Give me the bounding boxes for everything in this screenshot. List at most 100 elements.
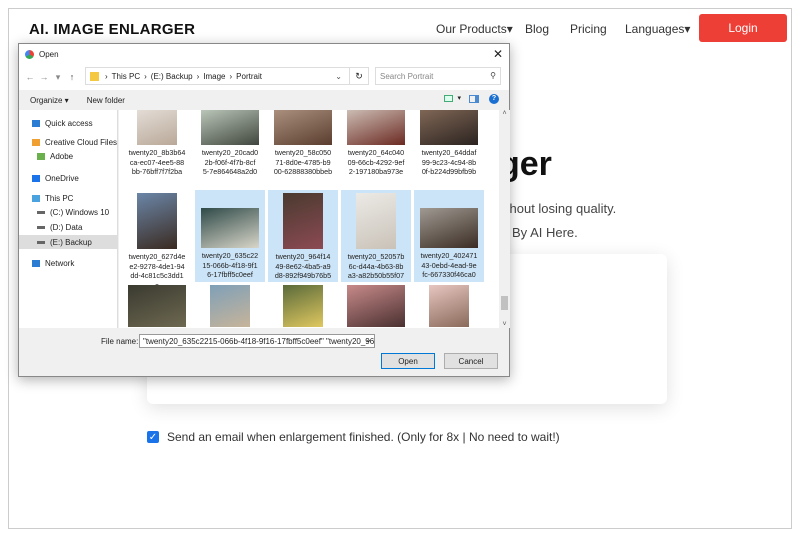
site-logo[interactable]: AI. IMAGE ENLARGER [29, 21, 195, 38]
address-bar[interactable]: › This PC › (E:) Backup › Image › Portrait ⌄ [85, 67, 369, 85]
file-item[interactable]: twenty20_64c040 09-66cb-4292-9ef 2-197180b… [341, 110, 411, 192]
file-name-line: twenty20_64c040 [347, 148, 405, 157]
nav-item[interactable]: (C:) Windows 10 [19, 205, 118, 219]
file-name-line: twenty20_20cad0 [201, 148, 259, 157]
breadcrumb-this-pc[interactable]: This PC [112, 72, 140, 81]
file-name-line: d8-892f949b76b5 [274, 271, 332, 281]
recent-dropdown-icon[interactable]: ▾ [51, 72, 65, 83]
back-icon[interactable]: ← [23, 72, 37, 82]
file-thumbnail [128, 285, 186, 327]
nav-item[interactable]: Network [19, 256, 118, 270]
nav-item-label: OneDrive [45, 173, 79, 183]
nav-our-products[interactable]: Our Products▾ [436, 22, 513, 36]
refresh-icon[interactable]: ↻ [349, 67, 369, 85]
nav-item-label: Adobe [50, 151, 74, 161]
file-thumbnail [201, 110, 259, 145]
email-option[interactable]: ✓ Send an email when enlargement finishe… [147, 430, 560, 444]
file-name-line: twenty20_402471 [420, 251, 478, 260]
file-item[interactable]: twenty20_52057b 6c-d44a-4b63-8b a3-a82b50b… [341, 190, 411, 282]
file-item[interactable]: twenty20_58c050 71-8d0e-4785-b9 00-6288838… [268, 110, 338, 192]
file-item[interactable] [122, 282, 192, 328]
file-thumbnail [274, 110, 332, 145]
nav-item[interactable]: (D:) Data [19, 220, 118, 234]
file-name-line: 2b-f06f-4f7b-8cf [204, 157, 256, 167]
drive-icon [37, 225, 45, 229]
file-thumbnail [283, 193, 323, 249]
breadcrumb-image[interactable]: Image [203, 72, 225, 81]
file-name-line: 5-7e864648a2d0 [202, 167, 258, 177]
file-item[interactable]: twenty20_64ddaf 99-9c23-4c94-8b 0f-b224d99… [414, 110, 484, 192]
file-thumbnail [420, 110, 478, 145]
file-item[interactable] [195, 282, 265, 328]
file-name-line: 6c-d44a-4b63-8b [348, 261, 404, 271]
file-item[interactable]: twenty20_627d4e e2-9278-4de1-94 dd-4c81c5c… [122, 190, 192, 290]
file-name-line: twenty20_8b3b64 [128, 148, 186, 157]
file-name-line: 2-197180ba973e [348, 167, 404, 177]
file-item[interactable]: twenty20_402471 43-0ebd-4ead-9e fc-667330f… [414, 190, 484, 282]
scrollbar[interactable]: ˄ ˅ [499, 110, 510, 328]
organize-button[interactable]: Organize ▾ [30, 96, 69, 105]
open-button[interactable]: Open [381, 353, 435, 369]
file-thumbnail [283, 285, 323, 327]
nav-pricing[interactable]: Pricing [570, 22, 607, 36]
hero-subtitle-2: By AI Here. [512, 225, 578, 240]
file-name-line: 0f-b224d99bfb9b [421, 167, 477, 177]
file-item[interactable]: twenty20_964f14 49-8e62-4ba5-a9 d8-892f949… [268, 190, 338, 282]
close-icon[interactable]: ✕ [493, 47, 503, 61]
scrollbar-thumb[interactable] [501, 296, 508, 310]
nav-item[interactable]: Adobe [19, 149, 118, 163]
breadcrumb-portrait[interactable]: Portrait [236, 72, 262, 81]
forward-icon[interactable]: → [37, 72, 51, 82]
nav-item[interactable]: Quick access [19, 116, 118, 130]
file-item[interactable]: twenty20_20cad0 2b-f06f-4f7b-8cf 5-7e86464… [195, 110, 265, 192]
dialog-footer: File name: "twenty20_635c2215-066b-4f18-… [19, 328, 509, 378]
new-folder-button[interactable]: New folder [87, 96, 125, 105]
hero-subtitle: ithout losing quality. [503, 201, 617, 216]
file-thumbnail [137, 110, 177, 145]
nav-item[interactable]: Creative Cloud Files [19, 135, 118, 149]
file-name-line: fc-667330f46ca0 [422, 270, 476, 280]
nav-item[interactable]: OneDrive [19, 171, 118, 185]
file-item[interactable]: twenty20_8b3b64 ca-ec07-4ee5-88 bb-76bff7f… [122, 110, 192, 192]
up-icon[interactable]: ↑ [65, 72, 79, 82]
breadcrumb-backup[interactable]: (E:) Backup [151, 72, 193, 81]
nav-languages[interactable]: Languages▾ [625, 22, 690, 36]
preview-pane-icon[interactable] [469, 95, 479, 103]
file-item[interactable]: twenty20_635c22 15-066b-4f18-9f1 6-17fbff5… [195, 190, 265, 282]
file-item[interactable] [341, 282, 411, 328]
nav-item[interactable]: (E:) Backup [19, 235, 118, 249]
nav-item-label: Network [45, 258, 75, 268]
file-name-input[interactable]: "twenty20_635c2215-066b-4f18-9f16-17fbff… [139, 334, 375, 348]
chevron-down-icon[interactable]: ⌄ [335, 72, 342, 81]
folder-icon [90, 71, 99, 81]
dialog-title: Open [39, 49, 59, 59]
view-dropdown-icon[interactable]: ▾ [457, 94, 461, 102]
file-name-dropdown-icon[interactable]: ⌄ [365, 335, 372, 344]
nav-blog[interactable]: Blog [525, 22, 549, 36]
view-options-icon[interactable] [444, 95, 453, 102]
nav-item-label: (C:) Windows 10 [50, 207, 110, 217]
search-input[interactable]: Search Portrait ⚲ [375, 67, 501, 85]
nav-item-label: (E:) Backup [50, 237, 92, 247]
file-name-line: twenty20_58c050 [274, 148, 332, 157]
file-thumbnail [137, 193, 177, 249]
dialog-toolbar: Organize ▾ New folder ▾ ? [19, 90, 509, 110]
login-button[interactable]: Login [699, 14, 787, 42]
help-icon[interactable]: ? [489, 94, 499, 104]
file-name-line: 43-0ebd-4ead-9e [421, 260, 477, 270]
file-item[interactable] [414, 282, 484, 328]
file-item[interactable] [268, 282, 338, 328]
creative-cloud-icon [32, 138, 40, 146]
file-name-line: 49-8e62-4ba5-a9 [275, 261, 331, 271]
cancel-button[interactable]: Cancel [444, 353, 498, 369]
file-name-line: e2-9278-4de1-94 [129, 261, 185, 271]
nav-item-label: This PC [45, 193, 74, 203]
file-thumbnail [420, 208, 478, 248]
file-name-line: a3-a82b50b55f07 [347, 271, 405, 281]
file-thumbnail [201, 208, 259, 248]
nav-item-label: Quick access [45, 118, 93, 128]
nav-item-label: Creative Cloud Files [45, 137, 118, 147]
folder-icon [37, 152, 45, 160]
email-checkbox[interactable]: ✓ [147, 431, 159, 443]
nav-item[interactable]: This PC [19, 191, 118, 205]
